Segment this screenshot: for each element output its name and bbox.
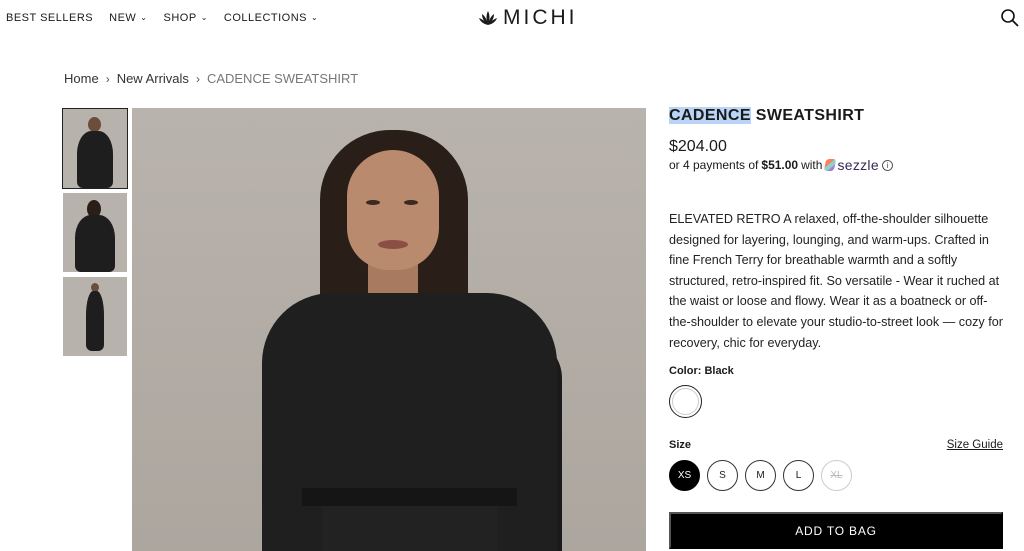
- breadcrumb-home[interactable]: Home: [64, 71, 99, 86]
- add-to-bag-button[interactable]: ADD TO BAG: [669, 512, 1003, 549]
- sezzle-logo[interactable]: sezzle: [824, 157, 879, 173]
- breadcrumb-new-arrivals[interactable]: New Arrivals: [117, 71, 189, 86]
- thumb-figure-body: [75, 215, 115, 272]
- installment-with: with: [801, 158, 823, 172]
- swatch-fill: [672, 388, 699, 415]
- thumbnail-front[interactable]: [62, 108, 128, 189]
- nav-label: COLLECTIONS: [223, 12, 308, 24]
- sezzle-mark-icon: [824, 159, 837, 171]
- product-price: $204.00: [669, 138, 727, 155]
- breadcrumb-separator: ›: [195, 71, 200, 86]
- thumbnail-back[interactable]: [63, 193, 127, 272]
- search-icon[interactable]: [1000, 8, 1020, 28]
- installment-amount: $51.00: [761, 158, 799, 172]
- size-option-xs[interactable]: XS: [669, 460, 700, 491]
- color-label: Color: Black: [669, 365, 734, 377]
- size-option-s[interactable]: S: [707, 460, 738, 491]
- size-guide-link[interactable]: Size Guide: [947, 439, 1003, 451]
- model-lips: [378, 240, 408, 249]
- breadcrumb: Home › New Arrivals › CADENCE SWEATSHIRT: [64, 71, 358, 86]
- nav-label: BEST SELLERS: [6, 12, 94, 24]
- breadcrumb-separator: ›: [105, 71, 110, 86]
- model-pants: [322, 506, 497, 551]
- product-description: ELEVATED RETRO A relaxed, off-the-should…: [669, 212, 1003, 350]
- thumb-figure-head: [88, 117, 101, 132]
- main-product-image[interactable]: [132, 108, 646, 551]
- size-option-xl[interactable]: XL: [821, 460, 852, 491]
- top-navigation: BEST SELLERS NEW ⌄ SHOP ⌄ COLLECTIONS ⌄ MIC…: [0, 0, 1024, 38]
- sweater-waistband: [302, 488, 517, 506]
- breadcrumb-current: CADENCE SWEATSHIRT: [206, 71, 359, 86]
- model-face: [347, 150, 439, 270]
- size-label: Size: [669, 439, 692, 451]
- product-title: CADENCE SWEATSHIRT: [669, 107, 864, 125]
- size-selector: XS S M L XL: [669, 460, 852, 491]
- nav-label: NEW: [109, 12, 137, 24]
- title-rest: SWEATSHIRT: [750, 107, 865, 124]
- size-option-m[interactable]: M: [745, 460, 776, 491]
- model-eye: [404, 200, 418, 205]
- color-swatch-black[interactable]: [669, 385, 702, 418]
- thumbnail-gallery: [62, 108, 128, 361]
- brand-name: MICHI: [503, 6, 578, 29]
- thumbnail-full-body[interactable]: [63, 277, 127, 356]
- chevron-down-icon: ⌄: [311, 13, 319, 22]
- thumb-figure-body: [86, 291, 104, 351]
- installment-offer: or 4 payments of $51.00 with sezzle i: [669, 157, 893, 173]
- chevron-down-icon: ⌄: [200, 13, 208, 22]
- title-selected-text: CADENCE: [669, 107, 751, 124]
- nav-new[interactable]: NEW ⌄: [109, 12, 147, 24]
- primary-nav: BEST SELLERS NEW ⌄ SHOP ⌄ COLLECTIONS ⌄: [6, 12, 318, 24]
- installment-prefix: or 4 payments of: [669, 158, 759, 172]
- lotus-logo-icon: [479, 11, 497, 25]
- nav-label: SHOP: [163, 12, 197, 24]
- thumb-figure-body: [77, 131, 113, 188]
- brand-logo[interactable]: MICHI: [478, 6, 578, 30]
- nav-best-sellers[interactable]: BEST SELLERS: [6, 12, 93, 24]
- size-option-l[interactable]: L: [783, 460, 814, 491]
- chevron-down-icon: ⌄: [140, 13, 148, 22]
- sezzle-brand: sezzle: [837, 157, 879, 173]
- nav-collections[interactable]: COLLECTIONS ⌄: [224, 12, 318, 24]
- model-eye: [366, 200, 380, 205]
- info-icon[interactable]: i: [881, 159, 893, 171]
- nav-shop[interactable]: SHOP ⌄: [164, 12, 208, 24]
